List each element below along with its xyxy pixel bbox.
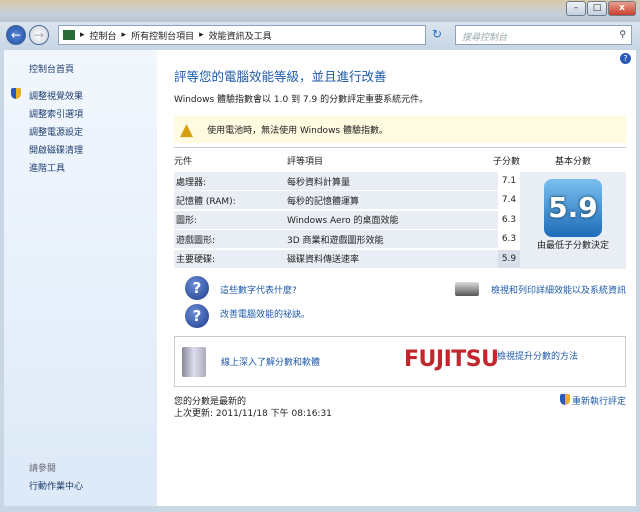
subscore-value: 6.3 [498,210,520,229]
sidebar-action-center[interactable]: 行動作業中心 [29,479,83,492]
component-name: 圖形: [176,216,198,227]
subscore-value: 5.9 [498,249,520,268]
see-also-heading: 請參閱 [29,464,57,474]
warning-banner: ▲ 使用電池時，無法使用 Windows 體驗指數。 [174,116,626,143]
improve-score-link[interactable]: 檢視提升分數的方法 [497,349,578,362]
help-question-icon: ? [185,304,209,328]
base-score-caption: 由最低子分數決定 [536,241,609,251]
column-header-subscore: 子分數 [493,157,521,167]
component-description: 每秒的記憶體運算 [287,196,360,207]
performance-tips-link[interactable]: 改善電腦效能的祕訣。 [220,307,310,320]
page-subtitle: Windows 體驗指數會以 1.0 到 7.9 的分數評定重要系統元件。 [174,95,429,105]
component-description: Windows Aero 的桌面效能 [287,216,399,227]
help-question-icon: ? [185,276,209,300]
sidebar-item-power[interactable]: 調整電源設定 [29,125,83,138]
software-box-icon [182,347,206,377]
chevron-icon: ▸ [80,30,85,40]
component-name: 遊戲圖形: [176,235,216,246]
shield-icon [11,88,21,99]
minimize-button[interactable]: – [566,1,586,16]
warning-icon: ▲ [180,119,194,140]
search-placeholder: 搜尋控制台 [462,33,508,43]
subscore-value: 7.1 [498,172,520,190]
column-header-base: 基本分數 [555,157,592,167]
score-row: 遊戲圖形: 3D 商業和遊戲圖形效能 6.3 [174,230,520,250]
divider [174,147,626,148]
title-bar [0,0,640,22]
component-name: 主要硬碟: [176,255,216,266]
component-name: 處理器: [176,177,207,188]
fujitsu-logo: FUJITSU [404,347,499,372]
printer-icon [455,282,479,296]
refresh-button[interactable]: ↻ [432,27,442,41]
oem-box: 線上深入了解分數和軟體 FUJITSU 檢視提升分數的方法 [174,336,626,387]
score-row: 主要硬碟: 磁碟資料傳送速率 5.9 [174,249,520,269]
sidebar-item-advanced-tools[interactable]: 進階工具 [29,161,65,174]
warning-text: 使用電池時，無法使用 Windows 體驗指數。 [207,126,388,136]
chevron-icon: ▸ [199,30,204,40]
score-row: 處理器: 每秒資料計算量 7.1 [174,172,520,191]
subscore-value: 6.3 [498,230,520,249]
subscore-value: 7.4 [498,191,520,210]
column-header-component: 元件 [174,157,193,167]
sidebar-home-link[interactable]: 控制台首頁 [29,62,74,75]
chevron-icon: ▸ [121,30,127,40]
component-description: 每秒資料計算量 [287,177,351,188]
component-description: 3D 商業和遊戲圖形效能 [287,235,384,246]
close-button[interactable]: x [608,1,636,16]
score-row: 圖形: Windows Aero 的桌面效能 6.3 [174,210,520,230]
help-icon[interactable]: ? [620,53,631,64]
search-input[interactable]: 搜尋控制台 ⚲ [455,25,632,45]
forward-button[interactable]: → [29,25,49,45]
shield-icon [560,394,570,405]
sidebar-item-indexing[interactable]: 調整索引選項 [29,107,83,120]
base-score-badge: 5.9 [544,179,602,237]
column-header-rated: 評等項目 [287,157,324,167]
breadcrumb-item[interactable]: 效能資訊及工具 [209,29,272,42]
page-title: 評等您的電腦效能等級，並且進行改善 [174,69,387,84]
address-bar[interactable]: ▸ 控制台 ▸ 所有控制台項目 ▸ 效能資訊及工具 [58,25,426,45]
navigation-bar: ← → ▸ 控制台 ▸ 所有控制台項目 ▸ 效能資訊及工具 ↻ 搜尋控制台 ⚲ [0,22,640,48]
sidebar-item-disk-cleanup[interactable]: 開啟磁碟清理 [29,143,83,156]
last-update: 上次更新: 2011/11/18 下午 08:16:31 [174,409,332,419]
component-description: 磁碟資料傳送速率 [287,255,360,266]
breadcrumb-item[interactable]: 控制台 [90,29,117,42]
back-button[interactable]: ← [6,25,26,45]
score-row: 記憶體 (RAM): 每秒的記憶體運算 7.4 [174,191,520,211]
component-name: 記憶體 (RAM): [176,196,236,207]
search-icon: ⚲ [619,30,626,40]
online-learn-link[interactable]: 線上深入了解分數和軟體 [221,355,320,368]
breadcrumb-item[interactable]: 所有控制台項目 [131,29,194,42]
control-panel-icon [63,30,75,40]
maximize-button[interactable]: □ [587,1,607,16]
print-details-link[interactable]: 檢視和列印詳細效能以及系統資訊 [491,283,626,296]
base-score-panel: 5.9 由最低子分數決定 [520,172,626,269]
sidebar: 控制台首頁 調整視覺效果 調整索引選項 調整電源設定 開啟磁碟清理 進階工具 請… [4,50,157,506]
sidebar-item-visual-effects[interactable]: 調整視覺效果 [29,89,83,102]
what-numbers-mean-link[interactable]: 這些數字代表什麼? [220,283,297,296]
rerun-assessment-link[interactable]: 重新執行評定 [572,394,626,407]
